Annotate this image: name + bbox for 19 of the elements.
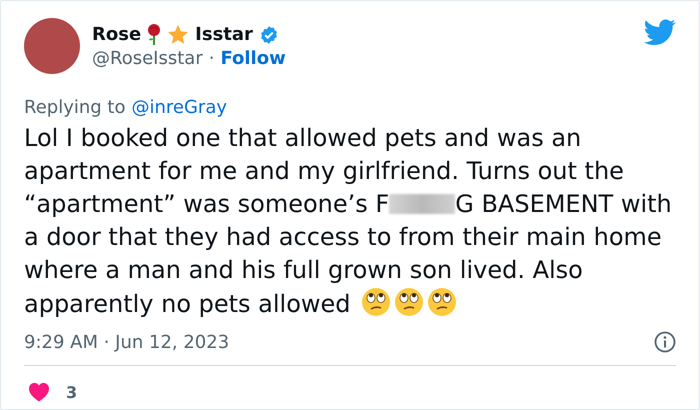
eye-roll-emoji-icon: [394, 287, 424, 317]
bird-logo-icon[interactable]: [644, 19, 676, 46]
heart-icon[interactable]: [28, 382, 50, 402]
censor-blur: [389, 194, 456, 214]
info-icon[interactable]: [654, 331, 676, 353]
rose-emoji-icon: [147, 24, 162, 46]
reply-label: Replying to: [24, 97, 126, 118]
eye-roll-emoji-icon: [427, 287, 458, 317]
user-handle[interactable]: @RoseIsstar: [92, 48, 203, 68]
follow-link[interactable]: Follow: [220, 48, 286, 68]
eye-roll-emoji-icon: [361, 287, 392, 317]
separator-dot: ·: [208, 48, 214, 68]
tweet-text: Lol I booked one that allowed pets and was an apartment for me and my girlfriend. Turns out the “apartment” was someone’s F G BASEMENT with a door that they had access to from their main home where a man and his full grown son lived. Also apparently no pets allowed: [24, 123, 673, 320]
timestamp[interactable]: 9:29 AM · Jun 12, 2023: [24, 332, 230, 352]
like-count: 3: [66, 382, 78, 402]
display-name[interactable]: Rose: [92, 24, 142, 45]
mention-link[interactable]: @inreGray: [131, 97, 228, 118]
display-name[interactable]: Isstar: [195, 24, 253, 45]
star-emoji-icon: [167, 24, 190, 46]
